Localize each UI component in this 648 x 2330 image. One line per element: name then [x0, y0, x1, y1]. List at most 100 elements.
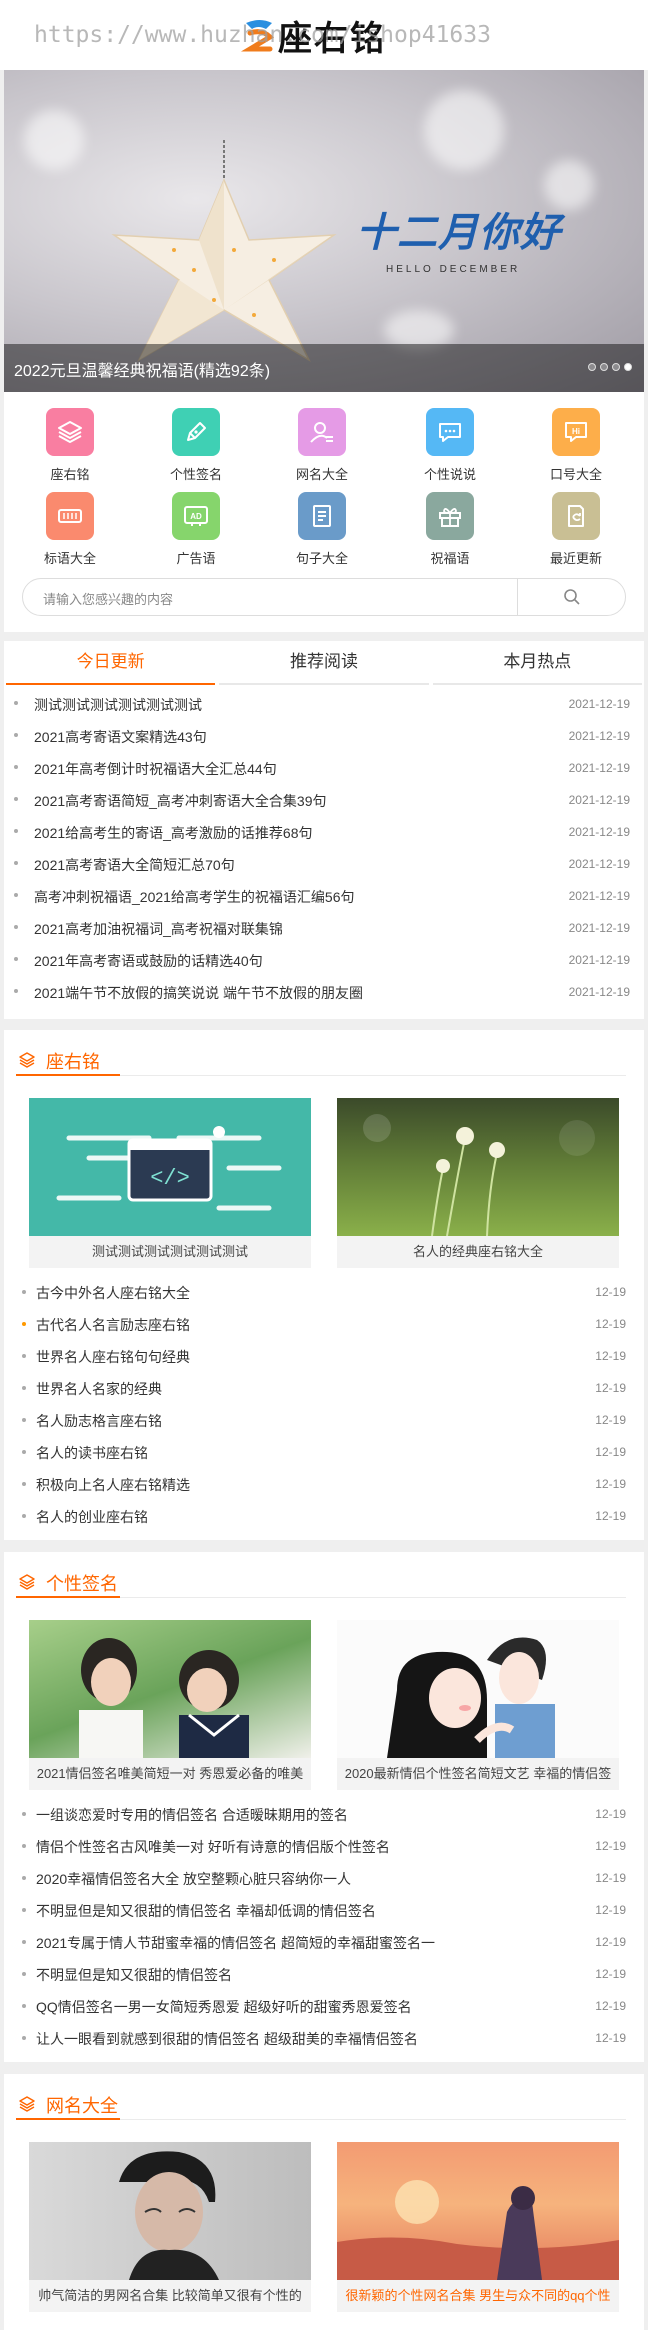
list-item-title[interactable]: 不明显但是知又很甜的情侣签名	[36, 1965, 232, 1985]
list-item-title[interactable]: 2021高考加油祝福词_高考祝福对联集锦	[34, 919, 283, 939]
list-item[interactable]: 2021高考寄语简短_高考冲刺寄语大全合集39句 2021-12-19	[4, 783, 644, 815]
banner-slider[interactable]: 十二月你好 HELLO DECEMBER 2022元旦温馨经典祝福语(精选92条…	[4, 70, 644, 392]
list-item[interactable]: 一组谈恋爱时专用的情侣签名 合适暧昧期用的签名 12-19	[22, 1798, 630, 1830]
list-item[interactable]: 不明显但是知又很甜的情侣签名 幸福却低调的情侣签名 12-19	[22, 1894, 630, 1926]
list-item-title[interactable]: QQ情侣签名一男一女简短秀恩爱 超级好听的甜蜜秀恩爱签名	[36, 1997, 412, 2017]
list-item-title[interactable]: 2021专属于情人节甜蜜幸福的情侣签名 超简短的幸福甜蜜签名一	[36, 1933, 435, 1953]
section-header: 座右铭	[16, 1040, 626, 1076]
feature-card[interactable]: 2021情侣签名唯美简短一对 秀恩爱必备的唯美	[29, 1620, 311, 1790]
list-item[interactable]: QQ情侣签名一男一女简短秀恩爱 超级好听的甜蜜秀恩爱签名 12-19	[22, 1990, 630, 2022]
feature-card[interactable]: 帅气简洁的男网名合集 比较简单又很有个性的	[29, 2142, 311, 2312]
category-zuoyouming[interactable]: 座右铭	[20, 408, 120, 483]
list-item[interactable]: 2021端午节不放假的搞笑说说 端午节不放假的朋友圈 2021-12-19	[4, 975, 644, 1007]
list-item-title[interactable]: 古今中外名人座右铭大全	[36, 1283, 190, 1303]
list-item-title[interactable]: 名人的读书座右铭	[36, 1443, 148, 1463]
search-input[interactable]: 请输入您感兴趣的内容	[43, 589, 173, 608]
list-item-title[interactable]: 让人一眼看到就感到很甜的情侣签名 超级甜美的幸福情侣签名	[36, 2029, 418, 2049]
list-item[interactable]: 2021年高考倒计时祝福语大全汇总44句 2021-12-19	[4, 751, 644, 783]
list-item[interactable]: 世界名人座右铭句句经典 12-19	[22, 1340, 630, 1372]
section-title[interactable]: 座右铭	[46, 1048, 100, 1074]
category-gexingqianming[interactable]: 个性签名	[146, 408, 246, 483]
list-item[interactable]: 2021专属于情人节甜蜜幸福的情侣签名 超简短的幸福甜蜜签名一 12-19	[22, 1926, 630, 1958]
list-item-title[interactable]: 2021高考寄语文案精选43句	[34, 727, 207, 747]
list-item-title[interactable]: 2021年高考倒计时祝福语大全汇总44句	[34, 759, 277, 779]
category-grid: 座右铭 个性签名 网名大全 个性说说 Hi 口号大全 标语大全 AD 广告语 句…	[4, 392, 644, 632]
list-item-title[interactable]: 测试测试测试测试测试测试	[34, 695, 202, 715]
tab-recommended[interactable]: 推荐阅读	[219, 641, 429, 685]
list-item[interactable]: 世界名人名家的经典 12-19	[22, 1372, 630, 1404]
feature-card[interactable]: 很新颖的个性网名合集 男生与众不同的qq个性	[337, 2142, 619, 2312]
list-item[interactable]: 2020幸福情侣签名大全 放空整颗心脏只容纳你一人 12-19	[22, 1862, 630, 1894]
list-item[interactable]: 测试测试测试测试测试测试 2021-12-19	[4, 687, 644, 719]
list-item[interactable]: 情侣个性签名古风唯美一对 好听有诗意的情侣版个性签名 12-19	[22, 1830, 630, 1862]
list-item-title[interactable]: 2021高考寄语简短_高考冲刺寄语大全合集39句	[34, 791, 327, 811]
feature-card[interactable]: 2020最新情侣个性签名简短文艺 幸福的情侣签	[337, 1620, 619, 1790]
category-gexingshuoshuo[interactable]: 个性说说	[400, 408, 500, 483]
category-label: 祝福语	[430, 551, 470, 566]
list-item-title[interactable]: 2021高考寄语大全简短汇总70句	[34, 855, 235, 875]
list-item[interactable]: 古今中外名人座右铭大全 12-19	[22, 1276, 630, 1308]
category-guanggaoyu[interactable]: AD 广告语	[146, 492, 246, 567]
category-wangmingdaquan[interactable]: 网名大全	[272, 408, 372, 483]
list-item-title[interactable]: 世界名人名家的经典	[36, 1379, 162, 1399]
card-caption[interactable]: 帅气简洁的男网名合集 比较简单又很有个性的	[29, 2280, 311, 2312]
list-item-title[interactable]: 情侣个性签名古风唯美一对 好听有诗意的情侣版个性签名	[36, 1837, 390, 1857]
card-caption[interactable]: 2020最新情侣个性签名简短文艺 幸福的情侣签	[337, 1758, 619, 1790]
list-item[interactable]: 2021高考寄语文案精选43句 2021-12-19	[4, 719, 644, 751]
category-biaoyudaquan[interactable]: 标语大全	[20, 492, 120, 567]
feature-card[interactable]: 名人的经典座右铭大全	[337, 1098, 619, 1268]
list-item-title[interactable]: 名人的创业座右铭	[36, 1507, 148, 1527]
list-item[interactable]: 不明显但是知又很甜的情侣签名 12-19	[22, 1958, 630, 1990]
list-item-title[interactable]: 2021端午节不放假的搞笑说说 端午节不放假的朋友圈	[34, 983, 363, 1003]
card-caption[interactable]: 2021情侣签名唯美简短一对 秀恩爱必备的唯美	[29, 1758, 311, 1790]
list-item[interactable]: 2021给高考生的寄语_高考激励的话推荐68句 2021-12-19	[4, 815, 644, 847]
list-item-title[interactable]: 名人励志格言座右铭	[36, 1411, 162, 1431]
list-item-title[interactable]: 2021给高考生的寄语_高考激励的话推荐68句	[34, 823, 313, 843]
list-item[interactable]: 2021年高考寄语或鼓励的话精选40句 2021-12-19	[4, 943, 644, 975]
card-caption[interactable]: 名人的经典座右铭大全	[337, 1236, 619, 1268]
category-juzidaquan[interactable]: 句子大全	[272, 492, 372, 567]
list-item[interactable]: 名人的读书座右铭 12-19	[22, 1436, 630, 1468]
list-item[interactable]: 2021高考寄语大全简短汇总70句 2021-12-19	[4, 847, 644, 879]
list-item-title[interactable]: 2020幸福情侣签名大全 放空整颗心脏只容纳你一人	[36, 1869, 351, 1889]
list-item[interactable]: 古代名人名言励志座右铭 12-19	[22, 1308, 630, 1340]
chat-icon	[426, 408, 474, 456]
list-item-title[interactable]: 古代名人名言励志座右铭	[36, 1315, 190, 1335]
banner-art-subtitle: HELLO DECEMBER	[386, 264, 521, 275]
list-item-title[interactable]: 2021年高考寄语或鼓励的话精选40句	[34, 951, 263, 971]
list-item-title[interactable]: 高考冲刺祝福语_2021给高考学生的祝福语汇编56句	[34, 887, 355, 907]
list-item-date: 2021-12-19	[568, 697, 630, 711]
list-item-title[interactable]: 世界名人座右铭句句经典	[36, 1347, 190, 1367]
layers-icon	[19, 2096, 35, 2112]
list-item[interactable]: 高考冲刺祝福语_2021给高考学生的祝福语汇编56句 2021-12-19	[4, 879, 644, 911]
slide-dot[interactable]	[588, 363, 596, 371]
slide-dot-active[interactable]	[624, 363, 632, 371]
list-item-title[interactable]: 一组谈恋爱时专用的情侣签名 合适暧昧期用的签名	[36, 1805, 348, 1825]
news-tab-panel: 今日更新 推荐阅读 本月热点 测试测试测试测试测试测试 2021-12-19 20…	[4, 641, 644, 1019]
search-button[interactable]	[519, 579, 625, 615]
section-title[interactable]: 个性签名	[46, 1570, 118, 1596]
list-item-title[interactable]: 不明显但是知又很甜的情侣签名 幸福却低调的情侣签名	[36, 1901, 376, 1921]
list-item[interactable]: 2021高考加油祝福词_高考祝福对联集锦 2021-12-19	[4, 911, 644, 943]
list-item-date: 12-19	[595, 1445, 626, 1459]
list-item[interactable]: 让人一眼看到就感到很甜的情侣签名 超级甜美的幸福情侣签名 12-19	[22, 2022, 630, 2054]
category-zuijingengxin[interactable]: 最近更新	[526, 492, 626, 567]
card-caption[interactable]: 测试测试测试测试测试测试	[29, 1236, 311, 1268]
section-title[interactable]: 网名大全	[46, 2092, 118, 2118]
list-item-title[interactable]: 积极向上名人座右铭精选	[36, 1475, 190, 1495]
site-logo[interactable]: 座右铭	[240, 12, 386, 59]
category-label: 最近更新	[549, 551, 602, 566]
list-item-date: 12-19	[595, 1509, 626, 1523]
list-item[interactable]: 积极向上名人座右铭精选 12-19	[22, 1468, 630, 1500]
tab-monthly-hot[interactable]: 本月热点	[432, 641, 642, 685]
category-kouhaodaquan[interactable]: Hi 口号大全	[526, 408, 626, 483]
list-item[interactable]: 名人励志格言座右铭 12-19	[22, 1404, 630, 1436]
slide-dot[interactable]	[600, 363, 608, 371]
card-caption[interactable]: 很新颖的个性网名合集 男生与众不同的qq个性	[337, 2280, 619, 2312]
slide-dot[interactable]	[612, 363, 620, 371]
banner-caption[interactable]: 2022元旦温馨经典祝福语(精选92条)	[14, 357, 270, 381]
category-zhufuyu[interactable]: 祝福语	[400, 492, 500, 567]
tab-today-updates[interactable]: 今日更新	[6, 641, 216, 685]
feature-card[interactable]: </> 测试测试测试测试测试测试	[29, 1098, 311, 1268]
list-item[interactable]: 名人的创业座右铭 12-19	[22, 1500, 630, 1532]
